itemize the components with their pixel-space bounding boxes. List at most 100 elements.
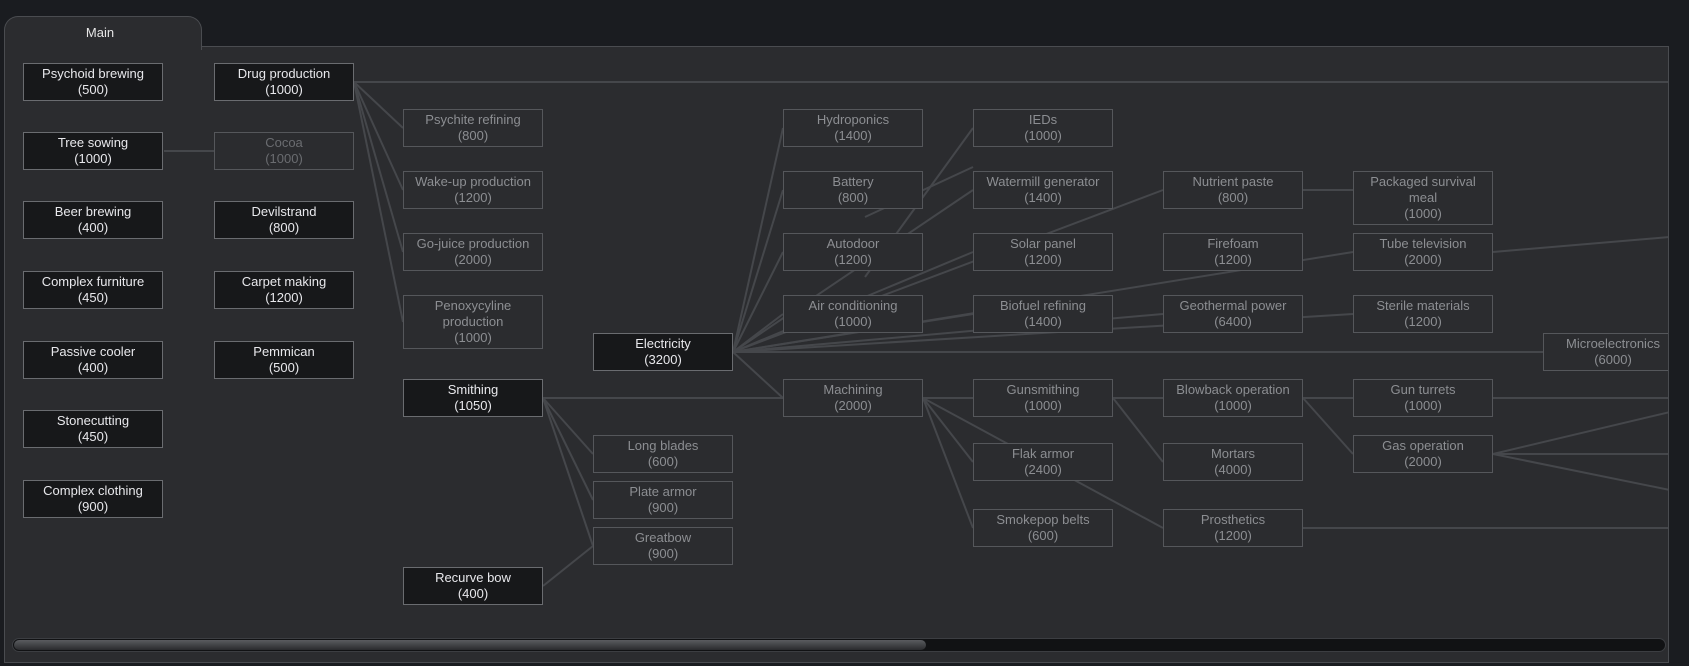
research-node-cost: (400) <box>77 220 109 235</box>
research-node-name: Devilstrand <box>251 204 317 219</box>
research-node-wake-up-production[interactable]: Wake-up production (1200) <box>403 171 543 209</box>
dependency-line <box>732 189 784 353</box>
research-node-complex-clothing[interactable]: Complex clothing (900) <box>23 480 163 518</box>
research-node-cost: (600) <box>647 454 679 469</box>
research-node-name: Flak armor <box>1011 446 1075 461</box>
research-node-pemmican[interactable]: Pemmican (500) <box>214 341 354 379</box>
research-node-nutrient-paste[interactable]: Nutrient paste (800) <box>1163 171 1303 209</box>
tab-main[interactable]: Main <box>4 16 202 50</box>
research-node-name: Go-juice production <box>416 236 530 251</box>
research-node-name: IEDs <box>1028 112 1058 127</box>
research-node-tube-television[interactable]: Tube television (2000) <box>1353 233 1493 271</box>
research-node-watermill-generator[interactable]: Watermill generator (1400) <box>973 171 1113 209</box>
research-node-greatbow[interactable]: Greatbow (900) <box>593 527 733 565</box>
research-node-ieds[interactable]: IEDs (1000) <box>973 109 1113 147</box>
research-node-beer-brewing[interactable]: Beer brewing (400) <box>23 201 163 239</box>
research-node-name: Gun turrets <box>1390 382 1456 397</box>
dependency-line <box>1492 411 1668 455</box>
research-node-devilstrand[interactable]: Devilstrand (800) <box>214 201 354 239</box>
research-node-smokepop-belts[interactable]: Smokepop belts (600) <box>973 509 1113 547</box>
scrollbar-thumb[interactable] <box>14 640 926 650</box>
research-node-mortars[interactable]: Mortars (4000) <box>1163 443 1303 481</box>
research-node-cost: (1000) <box>265 151 303 166</box>
dependency-line <box>542 545 594 587</box>
research-node-cost: (500) <box>77 82 109 97</box>
research-node-cost: (900) <box>77 499 109 514</box>
research-node-geothermal-power[interactable]: Geothermal power (6400) <box>1163 295 1303 333</box>
research-node-name: Penoxycyline production <box>434 298 512 329</box>
research-node-stonecutting[interactable]: Stonecutting (450) <box>23 410 163 448</box>
research-node-name: Autodoor <box>826 236 880 251</box>
research-node-psychite-refining[interactable]: Psychite refining (800) <box>403 109 543 147</box>
research-node-smithing[interactable]: Smithing (1050) <box>403 379 543 417</box>
dependency-line <box>353 81 404 323</box>
research-node-name: Sterile materials <box>1376 298 1470 313</box>
research-node-carpet-making[interactable]: Carpet making (1200) <box>214 271 354 309</box>
dependency-line <box>353 81 404 253</box>
research-node-prosthetics[interactable]: Prosthetics (1200) <box>1163 509 1303 547</box>
research-node-cost: (2400) <box>1024 462 1062 477</box>
research-node-name: Greatbow <box>634 530 692 545</box>
research-node-cost: (1000) <box>1024 398 1062 413</box>
research-node-cost: (400) <box>457 586 489 601</box>
research-node-passive-cooler[interactable]: Passive cooler (400) <box>23 341 163 379</box>
research-node-cost: (900) <box>647 546 679 561</box>
research-node-machining[interactable]: Machining (2000) <box>783 379 923 417</box>
research-node-name: Psychite refining <box>425 112 521 127</box>
research-node-microelectronics[interactable]: Microelectronics (6000) <box>1543 333 1668 371</box>
dependency-line <box>1112 397 1164 463</box>
research-node-psychoid-brewing[interactable]: Psychoid brewing (500) <box>23 63 163 101</box>
research-node-sterile-materials[interactable]: Sterile materials (1200) <box>1353 295 1493 333</box>
dependency-line <box>922 397 974 463</box>
research-node-cost: (1200) <box>454 190 492 205</box>
tab-main-label: Main <box>85 25 115 40</box>
research-node-solar-panel[interactable]: Solar panel (1200) <box>973 233 1113 271</box>
research-node-name: Nutrient paste <box>1192 174 1274 189</box>
research-node-tree-sowing[interactable]: Tree sowing (1000) <box>23 132 163 170</box>
research-node-flak-armor[interactable]: Flak armor (2400) <box>973 443 1113 481</box>
research-node-name: Machining <box>823 382 883 397</box>
research-node-name: Packaged survival meal <box>1370 174 1476 205</box>
research-node-autodoor[interactable]: Autodoor (1200) <box>783 233 923 271</box>
research-node-blowback-operation[interactable]: Blowback operation (1000) <box>1163 379 1303 417</box>
research-node-cost: (1400) <box>1024 190 1062 205</box>
research-node-name: Pemmican <box>253 344 315 359</box>
research-node-cost: (2000) <box>834 398 872 413</box>
research-node-cost: (1200) <box>834 252 872 267</box>
research-node-cost: (1400) <box>834 128 872 143</box>
research-node-gas-operation[interactable]: Gas operation (2000) <box>1353 435 1493 473</box>
research-node-cost: (4000) <box>1214 462 1252 477</box>
research-node-gun-turrets[interactable]: Gun turrets (1000) <box>1353 379 1493 417</box>
research-node-go-juice-production[interactable]: Go-juice production (2000) <box>403 233 543 271</box>
research-node-name: Long blades <box>627 438 699 453</box>
research-node-long-blades[interactable]: Long blades (600) <box>593 435 733 473</box>
research-node-complex-furniture[interactable]: Complex furniture (450) <box>23 271 163 309</box>
dependency-line <box>353 81 404 191</box>
research-node-cost: (6000) <box>1594 352 1632 367</box>
research-node-name: Psychoid brewing <box>42 66 144 81</box>
research-node-biofuel-refining[interactable]: Biofuel refining (1400) <box>973 295 1113 333</box>
research-node-firefoam[interactable]: Firefoam (1200) <box>1163 233 1303 271</box>
research-node-hydroponics[interactable]: Hydroponics (1400) <box>783 109 923 147</box>
research-node-recurve-bow[interactable]: Recurve bow (400) <box>403 567 543 605</box>
research-node-cocoa[interactable]: Cocoa (1000) <box>214 132 354 170</box>
dependency-line <box>1302 397 1354 455</box>
research-node-cost: (800) <box>837 190 869 205</box>
research-node-packaged-survival-meal[interactable]: Packaged survival meal (1000) <box>1353 171 1493 225</box>
research-node-name: Blowback operation <box>1176 382 1290 397</box>
research-node-gunsmithing[interactable]: Gunsmithing (1000) <box>973 379 1113 417</box>
research-node-drug-production[interactable]: Drug production (1000) <box>214 63 354 101</box>
research-node-electricity[interactable]: Electricity (3200) <box>593 333 733 371</box>
research-node-cost: (1200) <box>1404 314 1442 329</box>
horizontal-scrollbar[interactable] <box>12 638 1666 652</box>
research-node-name: Mortars <box>1210 446 1256 461</box>
research-node-air-conditioning[interactable]: Air conditioning (1000) <box>783 295 923 333</box>
research-node-cost: (900) <box>647 500 679 515</box>
research-node-penoxycyline-production[interactable]: Penoxycyline production (1000) <box>403 295 543 349</box>
research-node-battery[interactable]: Battery (800) <box>783 171 923 209</box>
research-node-name: Geothermal power <box>1179 298 1287 313</box>
dependency-line <box>732 351 784 399</box>
research-node-cost: (400) <box>77 360 109 375</box>
dependency-line <box>732 127 784 353</box>
research-node-plate-armor[interactable]: Plate armor (900) <box>593 481 733 519</box>
